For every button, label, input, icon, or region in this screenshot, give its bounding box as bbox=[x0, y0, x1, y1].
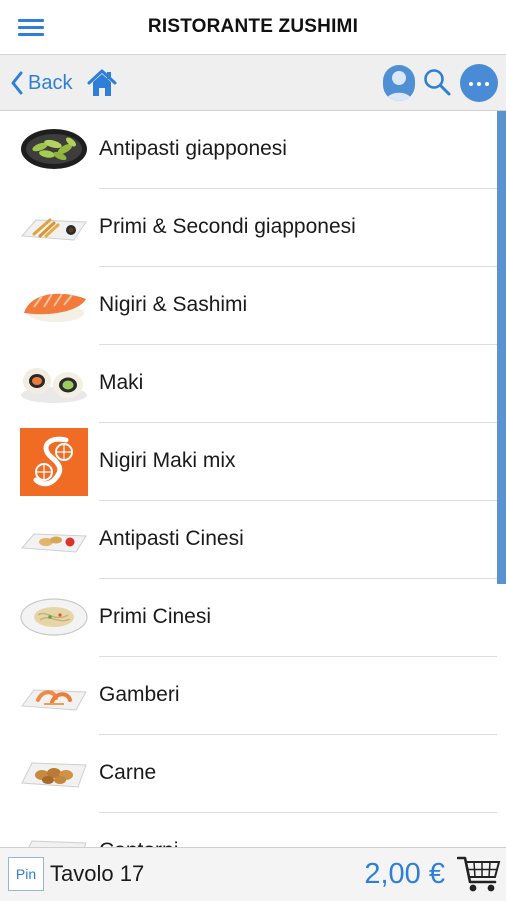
list-item-label: Contorni bbox=[99, 839, 178, 847]
list-item-maki[interactable]: Maki bbox=[0, 345, 497, 423]
list-item-label: Gamberi bbox=[99, 683, 180, 706]
list-item-primi-cinesi[interactable]: Primi Cinesi bbox=[0, 579, 497, 657]
list-item-label: Maki bbox=[99, 371, 144, 394]
user-icon bbox=[386, 71, 412, 101]
list-item-label: Primi & Secondi giapponesi bbox=[99, 215, 356, 238]
list-item-label: Carne bbox=[99, 761, 157, 784]
list-item-label: Nigiri Maki mix bbox=[99, 449, 236, 472]
list-item-label: Primi Cinesi bbox=[99, 605, 212, 628]
search-icon[interactable] bbox=[422, 67, 452, 97]
list-item-primi-secondi-giapponesi[interactable]: Primi & Secondi giapponesi bbox=[0, 189, 497, 267]
meat-thumbnail bbox=[21, 762, 87, 788]
page-title: RISTORANTE ZUSHIMI bbox=[147, 16, 359, 37]
side-dish-thumbnail bbox=[28, 840, 87, 847]
chinese-appetizer-thumbnail bbox=[20, 533, 87, 553]
list-item-carne[interactable]: Carne bbox=[0, 735, 497, 813]
list-item-antipasti-giapponesi[interactable]: Antipasti giapponesi bbox=[0, 111, 497, 189]
order-bar: Pin Tavolo 17 2,00 € bbox=[0, 847, 506, 901]
maki-thumbnail bbox=[21, 368, 87, 403]
back-button[interactable]: Back bbox=[10, 71, 72, 95]
pin-button[interactable]: Pin bbox=[8, 857, 44, 891]
more-icon[interactable] bbox=[460, 64, 498, 102]
nigiri-thumbnail bbox=[24, 293, 86, 322]
cart-icon[interactable] bbox=[457, 854, 501, 894]
back-label: Back bbox=[28, 71, 73, 94]
chevron-left-icon bbox=[11, 71, 23, 95]
edamame-thumbnail bbox=[21, 129, 87, 169]
home-icon[interactable] bbox=[87, 68, 117, 98]
list-item-label: Antipasti giapponesi bbox=[99, 137, 287, 160]
list-item-gamberi[interactable]: Gamberi bbox=[0, 657, 497, 735]
title-bar: RISTORANTE ZUSHIMI bbox=[0, 0, 506, 55]
shrimp-thumbnail bbox=[21, 689, 87, 711]
noodles-thumbnail bbox=[20, 598, 88, 636]
list-item-nigiri-sashimi[interactable]: Nigiri & Sashimi bbox=[0, 267, 497, 345]
list-item-antipasti-cinesi[interactable]: Antipasti Cinesi bbox=[0, 501, 497, 579]
list-item-label: Antipasti Cinesi bbox=[99, 527, 244, 550]
nigiri-maki-logo-icon bbox=[20, 428, 88, 496]
list-item-label: Nigiri & Sashimi bbox=[99, 293, 248, 316]
user-button[interactable] bbox=[383, 65, 415, 101]
order-total: 2,00 € bbox=[364, 858, 445, 890]
list-item-nigiri-maki-mix[interactable]: Nigiri Maki mix bbox=[0, 423, 497, 501]
category-list: Antipasti giapponesi Primi & Secondi gia… bbox=[0, 111, 506, 847]
nav-bar: Back bbox=[0, 55, 506, 111]
scrollbar[interactable] bbox=[497, 111, 506, 584]
tempura-thumbnail bbox=[20, 218, 87, 241]
table-label: Tavolo 17 bbox=[50, 861, 145, 886]
list-item-contorni[interactable]: Contorni bbox=[0, 813, 497, 847]
